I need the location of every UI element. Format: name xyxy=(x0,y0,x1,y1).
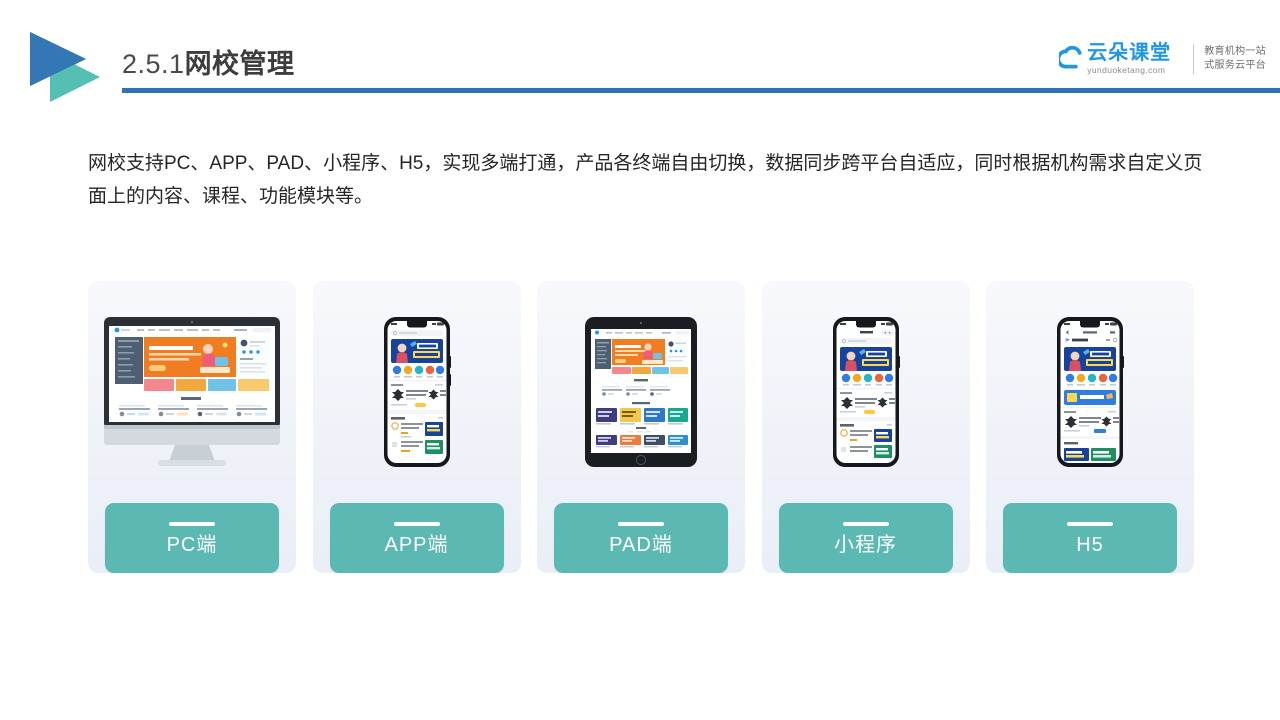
smartphone-icon xyxy=(986,281,1194,503)
platform-pill-pad[interactable]: PAD端 xyxy=(554,503,728,573)
intro-paragraph: 网校支持PC、APP、PAD、小程序、H5，实现多端打通，产品各终端自由切换，数… xyxy=(88,153,1203,207)
platform-card-miniapp[interactable]: 小程序 xyxy=(761,281,970,573)
brand-names: 云朵课堂 yunduoketang.com xyxy=(1087,43,1171,75)
brand-logo: 云朵课堂 yunduoketang.com xyxy=(1059,43,1183,75)
platform-pill-miniapp[interactable]: 小程序 xyxy=(778,503,953,573)
platform-label-pc: PC端 xyxy=(166,533,218,556)
platform-label-pad: PAD端 xyxy=(609,533,673,556)
pill-dash xyxy=(169,521,215,526)
platform-card-row: PC端 APP端 PAD端 小程序 H5 xyxy=(88,281,1194,573)
brand-domain: yunduoketang.com xyxy=(1087,65,1166,76)
platform-pill-app[interactable]: APP端 xyxy=(329,503,504,573)
platform-pill-pc[interactable]: PC端 xyxy=(105,503,279,573)
platform-card-app[interactable]: APP端 xyxy=(312,281,521,573)
cloud-icon xyxy=(1059,46,1082,69)
slide-header: 2.5.1网校管理 云朵课堂 yunduoketang.com 教育机构一站 式… xyxy=(0,0,1280,110)
platform-pill-h5[interactable]: H5 xyxy=(1003,503,1177,573)
title-underline-rule xyxy=(122,88,1280,93)
platform-card-pad[interactable]: PAD端 xyxy=(537,281,745,573)
smartphone-icon xyxy=(313,281,521,503)
page-title: 2.5.1网校管理 xyxy=(122,42,295,81)
double-triangle-play-icon xyxy=(24,30,102,104)
pill-dash xyxy=(618,521,664,526)
smartphone-icon xyxy=(762,281,970,503)
tablet-icon xyxy=(537,281,745,503)
platform-label-h5: H5 xyxy=(1076,533,1104,556)
platform-label-miniapp: 小程序 xyxy=(834,533,897,556)
brand-lockup: 云朵课堂 yunduoketang.com 教育机构一站 式服务云平台 xyxy=(1059,36,1266,82)
page-title-number: 2.5.1 xyxy=(122,49,185,79)
brand-tagline: 教育机构一站 式服务云平台 xyxy=(1204,45,1266,72)
page-title-text: 网校管理 xyxy=(184,49,295,79)
brand-name: 云朵课堂 xyxy=(1087,42,1172,65)
platform-card-pc[interactable]: PC端 xyxy=(88,281,296,573)
pill-dash xyxy=(393,521,440,526)
pill-dash xyxy=(842,521,889,526)
pill-dash xyxy=(1067,521,1113,526)
platform-card-h5[interactable]: H5 xyxy=(986,281,1194,573)
desktop-monitor-icon xyxy=(88,281,296,503)
brand-divider xyxy=(1193,44,1195,74)
platform-label-app: APP端 xyxy=(384,533,449,556)
